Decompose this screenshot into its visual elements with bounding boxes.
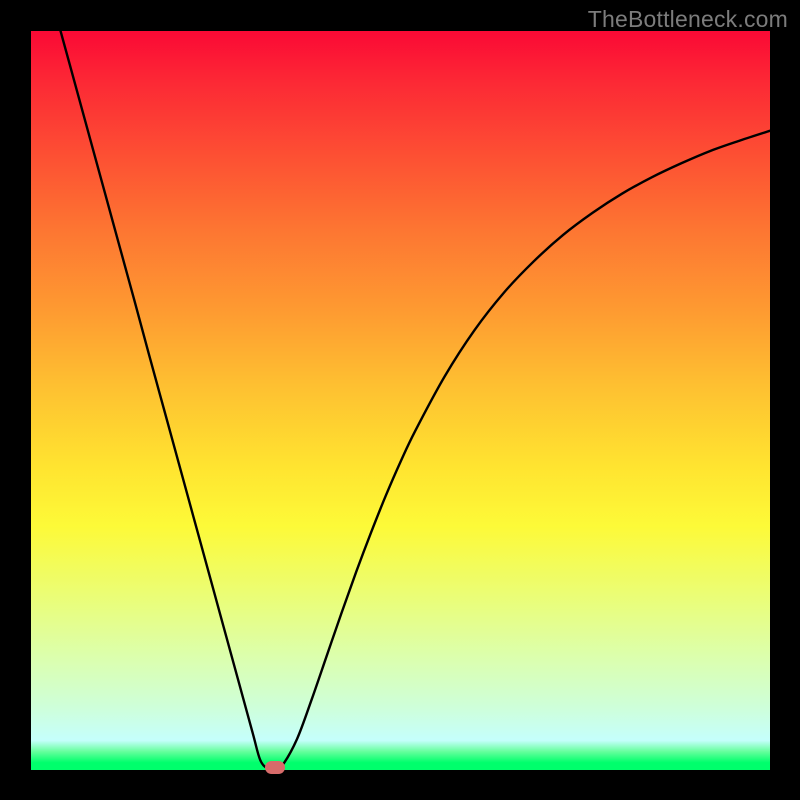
watermark-text: TheBottleneck.com: [588, 6, 788, 33]
chart-curve-svg: [31, 31, 770, 770]
minimum-marker: [265, 761, 285, 774]
chart-plot-area: [31, 31, 770, 770]
bottleneck-curve: [61, 31, 770, 770]
